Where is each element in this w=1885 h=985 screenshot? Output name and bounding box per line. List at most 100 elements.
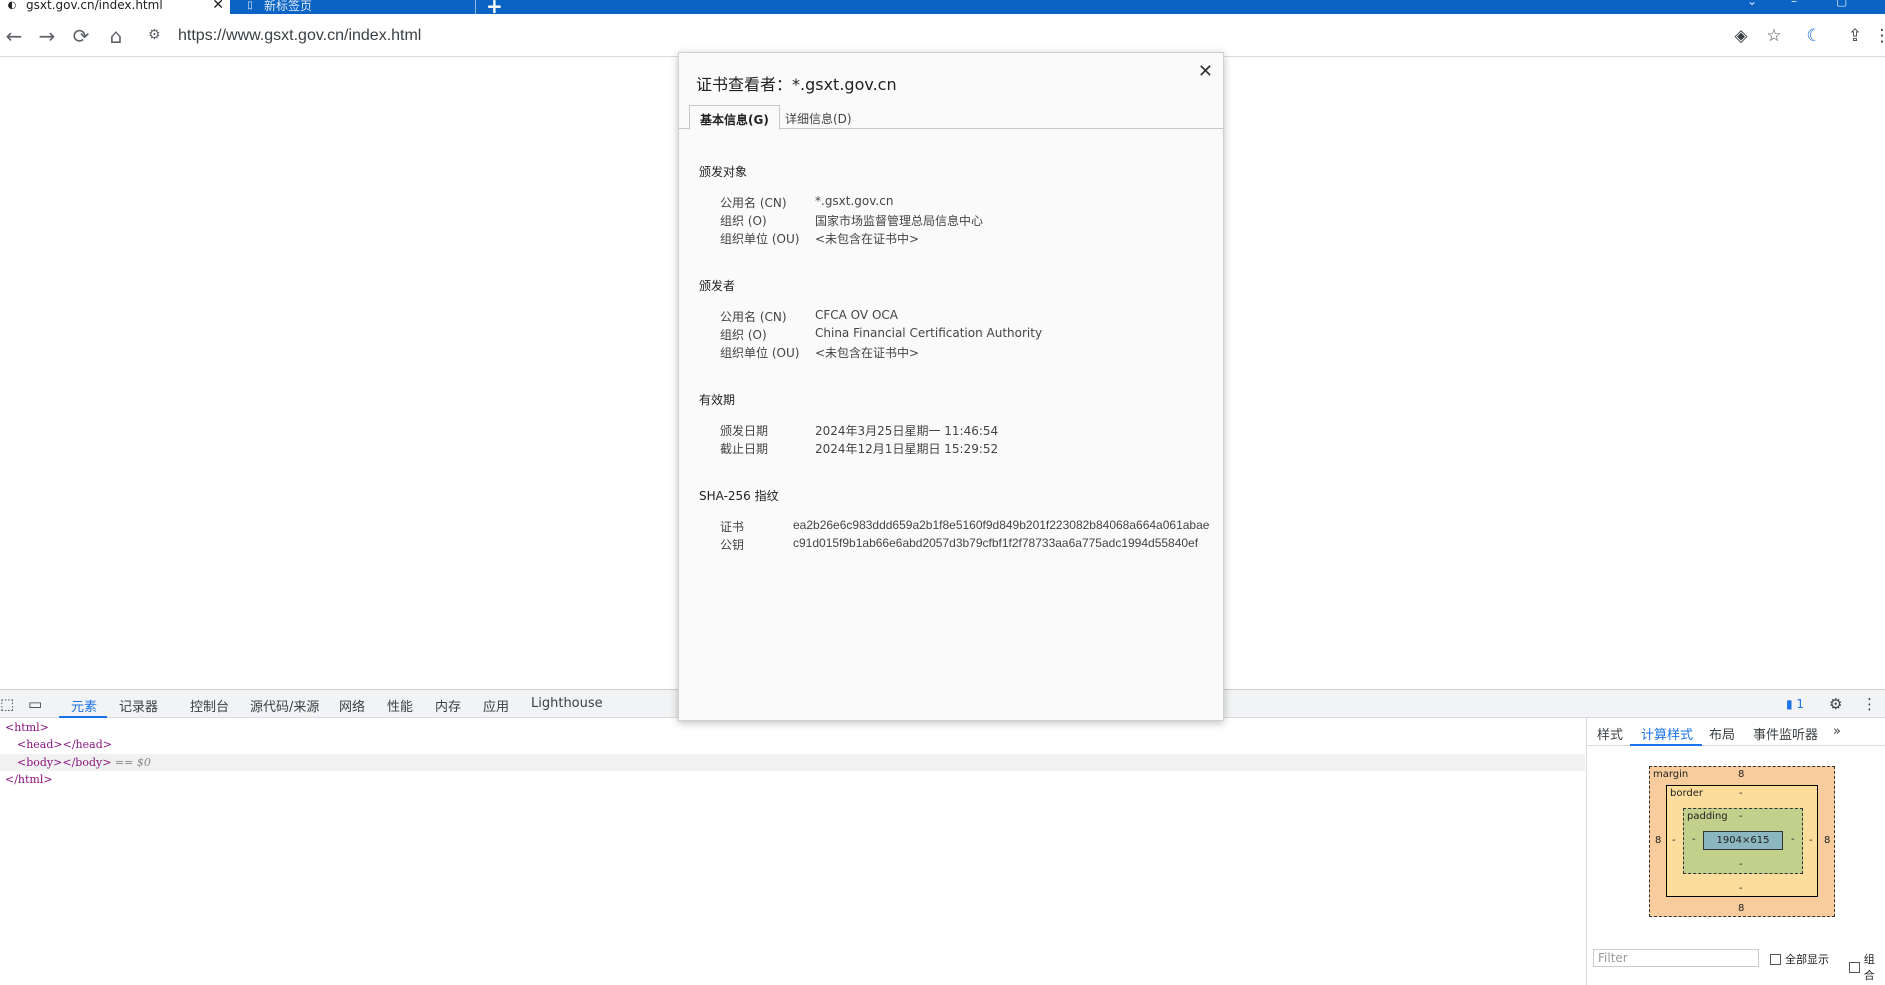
- tab-details[interactable]: 详细信息(D): [775, 105, 862, 130]
- sidebar-tabs: 样式 计算样式 布局 事件监听器 »: [1587, 718, 1885, 746]
- padding-bottom: -: [1739, 859, 1743, 870]
- box-model-padding[interactable]: padding - - - - 1904×615: [1683, 808, 1803, 874]
- border-top: -: [1739, 788, 1743, 799]
- restore-icon[interactable]: ▢: [1836, 0, 1847, 8]
- tab-basic-info[interactable]: 基本信息(G): [689, 105, 780, 130]
- padding-left: -: [1692, 834, 1696, 845]
- settings-gear-icon[interactable]: ⚙: [1829, 695, 1842, 713]
- pubkey-fingerprint-value: c91d015f9b1ab66e6abd2057d3b79cfbf1f2f787…: [793, 536, 1199, 550]
- checkbox-box: [1849, 961, 1860, 973]
- device-toolbar-icon[interactable]: ▭: [28, 695, 42, 713]
- reload-button[interactable]: ⟳: [67, 22, 95, 50]
- tab-gsxt[interactable]: ◐ gsxt.gov.cn/index.html ✕: [0, 0, 230, 14]
- dark-mode-icon[interactable]: ☾: [1802, 24, 1826, 48]
- issued-to-o-label: 组织 (O): [720, 214, 767, 228]
- issued-by-o-value: China Financial Certification Authority: [815, 326, 1043, 340]
- extensions-icon[interactable]: ◈: [1729, 24, 1753, 48]
- bookmark-star-icon[interactable]: ☆: [1762, 24, 1786, 48]
- site-info-icon[interactable]: ⚙: [148, 27, 161, 43]
- dom-node-html[interactable]: <html>: [5, 721, 49, 734]
- home-button[interactable]: ⌂: [102, 22, 130, 50]
- dialog-title: 证书查看者：*.gsxt.gov.cn: [696, 75, 897, 94]
- issued-to-cn-value: *.gsxt.gov.cn: [815, 194, 894, 208]
- dom-node-head[interactable]: <head></head>: [17, 738, 112, 751]
- checkbox-box: [1770, 953, 1781, 965]
- issued-by-cn-value: CFCA OV OCA: [815, 308, 898, 322]
- border-label: border: [1670, 788, 1704, 799]
- devtools-tab-performance[interactable]: 性能: [387, 696, 413, 715]
- sidebar-tab-layout[interactable]: 布局: [1709, 724, 1735, 743]
- show-all-label: 全部显示: [1785, 953, 1829, 966]
- tab-close-icon[interactable]: ✕: [212, 0, 224, 13]
- menu-icon[interactable]: ⋮: [1870, 24, 1885, 48]
- cert-fingerprint-label: 证书: [720, 520, 745, 534]
- sidebar-active-underline: [1630, 744, 1702, 746]
- group-checkbox[interactable]: 组合: [1849, 951, 1885, 983]
- margin-bottom: 8: [1738, 903, 1745, 914]
- issued-to-o-value: 国家市场监督管理总局信息中心: [815, 214, 984, 228]
- devtools-tab-recorder[interactable]: 记录器: [119, 696, 158, 715]
- minimize-icon[interactable]: –: [1791, 0, 1797, 8]
- sidebar-tab-styles[interactable]: 样式: [1597, 724, 1623, 743]
- margin-label: margin: [1653, 769, 1689, 780]
- devtools-tab-console[interactable]: 控制台: [190, 696, 229, 715]
- url-bar[interactable]: https://www.gsxt.gov.cn/index.html: [178, 27, 421, 45]
- box-model-content[interactable]: 1904×615: [1703, 831, 1783, 850]
- selected-dom-row: [0, 754, 1585, 771]
- padding-right: -: [1791, 834, 1795, 845]
- margin-left: 8: [1655, 835, 1662, 846]
- download-icon[interactable]: ⇪: [1843, 24, 1867, 48]
- dom-node-body[interactable]: <body></body> == $0: [17, 756, 151, 769]
- computed-filter-input[interactable]: Filter: [1593, 949, 1759, 967]
- group-label: 组合: [1863, 953, 1875, 982]
- more-options-icon[interactable]: ⋮: [1862, 695, 1877, 713]
- box-model-margin[interactable]: margin 8 8 8 8 border - - - - padding - …: [1649, 766, 1835, 917]
- issued-by-cn-label: 公用名 (CN): [720, 310, 787, 324]
- close-icon[interactable]: ✕: [1198, 61, 1213, 82]
- sidebar-tab-computed[interactable]: 计算样式: [1641, 724, 1693, 743]
- issue-date-label: 颁发日期: [720, 424, 769, 438]
- devtools-tab-memory[interactable]: 内存: [435, 696, 461, 715]
- issued-by-o-label: 组织 (O): [720, 328, 767, 342]
- certificate-viewer-dialog: 证书查看者：*.gsxt.gov.cn ✕ 基本信息(G) 详细信息(D) 颁发…: [678, 52, 1224, 721]
- back-button[interactable]: ←: [0, 22, 28, 50]
- border-left: -: [1672, 835, 1676, 846]
- browser-toolbar: ← → ⟳ ⌂ ⚙ https://www.gsxt.gov.cn/index.…: [0, 14, 1885, 57]
- dialog-tabs: 基本信息(G) 详细信息(D): [679, 103, 1223, 130]
- devtools-tab-network[interactable]: 网络: [339, 696, 365, 715]
- tab-strip: ◐ gsxt.gov.cn/index.html ✕ ▯ 新标签页 + ⌄ – …: [0, 0, 1885, 18]
- issues-icon[interactable]: ▮ 1: [1786, 697, 1804, 711]
- issued-by-heading: 颁发者: [699, 279, 736, 293]
- issued-to-ou-value: <未包含在证书中>: [815, 232, 920, 246]
- border-right: -: [1809, 835, 1813, 846]
- issues-count: 1: [1796, 697, 1805, 711]
- devtools-tab-elements[interactable]: 元素: [71, 696, 97, 715]
- issued-by-ou-label: 组织单位 (OU): [720, 346, 800, 360]
- padding-label: padding: [1687, 811, 1728, 822]
- tab-new[interactable]: ▯ 新标签页: [238, 0, 474, 14]
- issued-by-ou-value: <未包含在证书中>: [815, 346, 920, 360]
- expiry-date-label: 截止日期: [720, 442, 769, 456]
- more-tabs-icon[interactable]: »: [1833, 724, 1841, 739]
- margin-right: 8: [1824, 835, 1831, 846]
- tab-separator: [475, 0, 476, 14]
- styles-sidebar: 样式 计算样式 布局 事件监听器 » margin 8 8 8 8 border…: [1586, 718, 1885, 985]
- devtools-tab-sources[interactable]: 源代码/来源: [250, 696, 319, 715]
- issued-to-ou-label: 组织单位 (OU): [720, 232, 800, 246]
- globe-icon: ◐: [7, 0, 17, 11]
- devtools-tab-lighthouse[interactable]: Lighthouse: [531, 696, 603, 711]
- pubkey-fingerprint-label: 公钥: [720, 538, 745, 552]
- box-model-border[interactable]: border - - - - padding - - - - 1904×615: [1666, 785, 1818, 897]
- show-all-checkbox[interactable]: 全部显示: [1770, 951, 1829, 967]
- forward-button[interactable]: →: [33, 22, 61, 50]
- issue-date-value: 2024年3月25日星期一 11:46:54: [815, 424, 999, 438]
- dom-ref: == $0: [114, 756, 151, 769]
- tab-search-icon[interactable]: ⌄: [1747, 0, 1757, 8]
- inspect-icon[interactable]: ⬚: [0, 695, 14, 713]
- cert-fingerprint-value: ea2b26e6c983ddd659a2b1f8e5160f9d849b201f…: [793, 518, 1210, 532]
- page-icon: ▯: [247, 0, 253, 11]
- devtools-tab-application[interactable]: 应用: [483, 696, 509, 715]
- dom-node-html-close: </html>: [5, 773, 53, 786]
- tab-title: gsxt.gov.cn/index.html: [26, 0, 163, 12]
- sidebar-tab-event-listeners[interactable]: 事件监听器: [1753, 724, 1818, 743]
